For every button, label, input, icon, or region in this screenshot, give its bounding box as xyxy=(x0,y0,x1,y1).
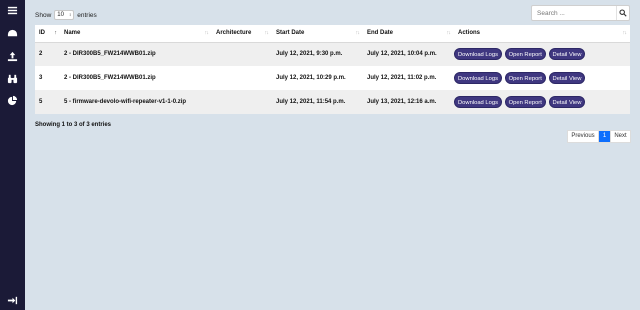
search-button[interactable] xyxy=(616,6,629,20)
open-report-button[interactable]: Open Report xyxy=(504,48,546,61)
detail-view-button[interactable]: Detail View xyxy=(548,48,586,61)
sort-icon: ↑↓ xyxy=(622,30,627,36)
cell-name: 5 - firmware-devolo-wifi-repeater-v1-1-0… xyxy=(60,90,212,114)
cell-start-date: July 12, 2021, 10:29 p.m. xyxy=(272,66,363,90)
column-header-architecture[interactable]: Architecture ↑↓ xyxy=(212,25,272,43)
logout-icon[interactable] xyxy=(6,294,19,307)
column-header-name[interactable]: Name ↑↓ xyxy=(60,25,212,43)
table-row: 5 5 - firmware-devolo-wifi-repeater-v1-1… xyxy=(35,90,630,114)
cell-name: 2 - DIR300B5_FW214WWB01.zip xyxy=(60,66,212,90)
column-header-start-date[interactable]: Start Date ↑↓ xyxy=(272,25,363,43)
cell-start-date: July 12, 2021, 11:54 p.m. xyxy=(272,90,363,114)
sort-icon: ↑↓ xyxy=(355,30,360,36)
search-icon xyxy=(619,9,627,17)
page-length-value: 10 xyxy=(57,12,64,18)
next-page-button[interactable]: Next xyxy=(610,131,630,142)
open-report-button[interactable]: Open Report xyxy=(504,96,546,108)
column-header-actions[interactable]: Actions ↑↓ xyxy=(454,25,630,43)
download-logs-button[interactable]: Download Logs xyxy=(454,72,502,84)
cell-id: 2 xyxy=(35,42,60,66)
cell-actions: Download Logs Open Report Detail View xyxy=(454,90,630,114)
cell-actions: Download Logs Open Report Detail View xyxy=(454,42,630,66)
cell-end-date: July 12, 2021, 11:02 p.m. xyxy=(363,66,454,90)
download-logs-button[interactable]: Download Logs xyxy=(454,96,502,108)
main-content: Show 10 ↕ entries ID↑ Name↑↓ A xyxy=(25,0,640,310)
open-report-button[interactable]: Open Report xyxy=(504,72,546,84)
column-header-end-date[interactable]: End Date ↑↓ xyxy=(363,25,454,43)
table-row: 2 2 - DIR300B5_FW214WWB01.zip July 12, 2… xyxy=(35,42,630,66)
previous-page-button[interactable]: Previous xyxy=(568,131,599,142)
cell-architecture xyxy=(212,90,272,114)
sort-icon: ↑↓ xyxy=(446,30,451,36)
cell-start-date: July 12, 2021, 9:30 p.m. xyxy=(272,42,363,66)
sort-icon: ↑↓ xyxy=(204,30,209,36)
cell-architecture xyxy=(212,66,272,90)
upload-icon[interactable] xyxy=(6,50,19,63)
sidebar xyxy=(0,0,25,310)
pagination: Previous 1 Next xyxy=(567,130,631,143)
table-row: 3 2 - DIR300B5_FW214WWB01.zip July 12, 2… xyxy=(35,66,630,90)
page-length-control: Show 10 ↕ entries xyxy=(35,10,97,20)
cell-id: 5 xyxy=(35,90,60,114)
dashboard-icon[interactable] xyxy=(6,27,19,40)
cell-actions: Download Logs Open Report Detail View xyxy=(454,66,630,90)
table-header-row: ID ↑ Name ↑↓ Architecture ↑↓ Start Date ↑↓ E… xyxy=(35,25,630,43)
cell-id: 3 xyxy=(35,66,60,90)
cell-end-date: July 13, 2021, 12:16 a.m. xyxy=(363,90,454,114)
reports-table-container: ID ↑ Name ↑↓ Architecture ↑↓ Start Date ↑↓ E… xyxy=(35,25,630,114)
reports-table: ID ↑ Name ↑↓ Architecture ↑↓ Start Date ↑↓ E… xyxy=(35,25,630,114)
menu-icon[interactable] xyxy=(6,4,19,17)
sort-icon: ↑↓ xyxy=(264,30,269,36)
cell-architecture xyxy=(212,42,272,66)
binoculars-icon[interactable] xyxy=(6,72,19,85)
chevron-updown-icon: ↕ xyxy=(69,11,72,17)
entries-label: entries xyxy=(77,11,97,19)
sort-icon: ↑ xyxy=(54,30,57,36)
page-1-button[interactable]: 1 xyxy=(599,131,610,142)
search-box xyxy=(531,5,630,21)
table-info: Showing 1 to 3 of 3 entries xyxy=(35,122,112,128)
show-label: Show xyxy=(35,11,52,19)
column-header-id[interactable]: ID ↑ xyxy=(35,25,60,43)
search-input[interactable] xyxy=(532,6,616,20)
pie-chart-icon[interactable] xyxy=(6,94,19,107)
cell-name: 2 - DIR300B5_FW214WWB01.zip xyxy=(60,42,212,66)
cell-end-date: July 12, 2021, 10:04 p.m. xyxy=(363,42,454,66)
detail-view-button[interactable]: Detail View xyxy=(548,96,586,108)
detail-view-button[interactable]: Detail View xyxy=(548,72,586,84)
download-logs-button[interactable]: Download Logs xyxy=(454,48,502,61)
page-length-select[interactable]: 10 ↕ xyxy=(54,10,75,20)
